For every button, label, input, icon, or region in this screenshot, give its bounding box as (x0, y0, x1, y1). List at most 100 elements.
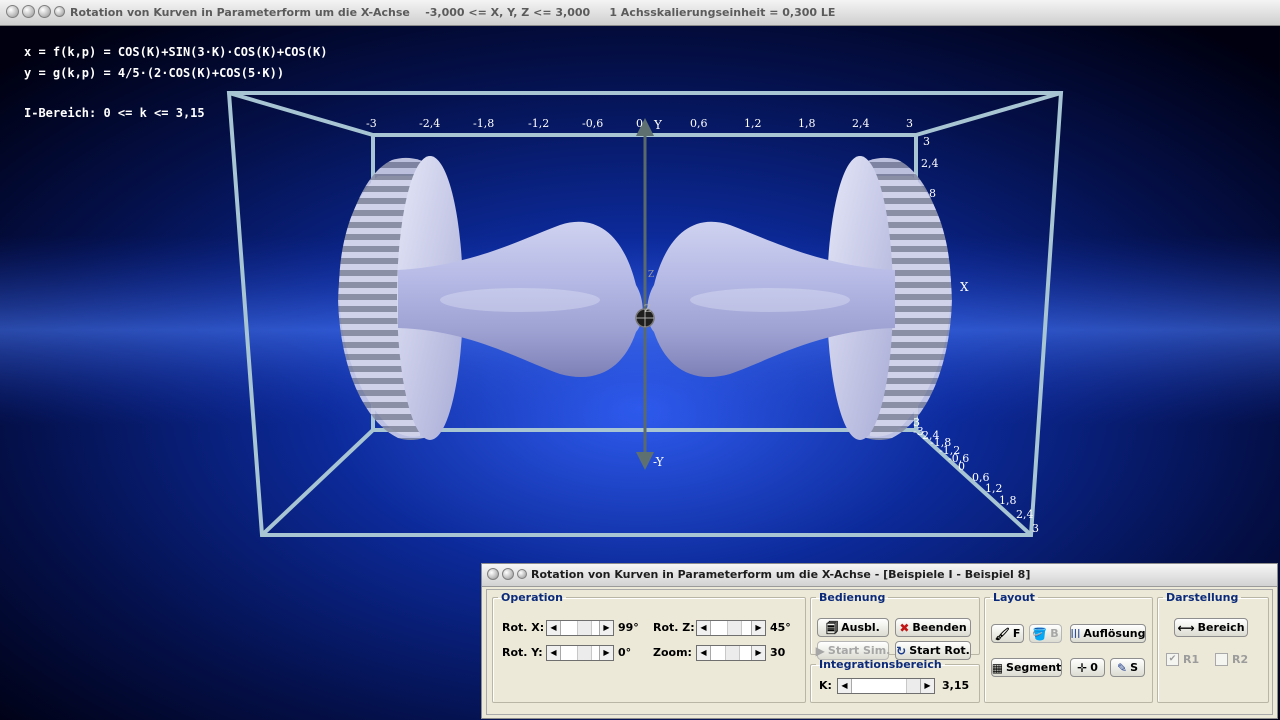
range-icon: ⟷ (1177, 620, 1195, 635)
k-left-arrow-icon[interactable]: ◀ (838, 679, 852, 693)
zoom-left-arrow-icon[interactable]: ◀ (697, 646, 711, 660)
window-menu-icon[interactable] (54, 6, 65, 17)
rot-x-value: 99° (618, 621, 639, 634)
zoom-label: Zoom: (653, 646, 692, 659)
z-axis-label: Z (644, 304, 651, 315)
panel-minimize-icon[interactable] (502, 568, 514, 580)
bereich-label: Bereich (1197, 621, 1245, 634)
zoom-slider[interactable]: ◀ ▶ (696, 645, 766, 661)
formula-y: y = g(k,p) = 4/5·(2·COS(K)+COS(5·K)) (24, 66, 285, 80)
depth-tick-10: 2,4 (1016, 508, 1034, 521)
panel-title: Rotation von Kurven in Parameterform um … (531, 568, 1031, 581)
depth-tick-9: 1,8 (999, 494, 1017, 507)
panel-close-icon[interactable] (487, 568, 499, 580)
top-tick-3: -1,2 (528, 117, 550, 130)
y-axis-label: Y (654, 118, 662, 132)
top-tick-7: 1,2 (744, 117, 762, 130)
window-minimize-icon[interactable] (22, 5, 35, 18)
top-tick-8: 1,8 (798, 117, 816, 130)
beenden-button[interactable]: ✖ Beenden (895, 618, 971, 637)
rot-x-left-arrow-icon[interactable]: ◀ (547, 621, 561, 635)
k-label: K: (819, 679, 832, 692)
panel-menu-icon[interactable] (517, 569, 527, 579)
r2-checkbox[interactable]: R2 (1215, 653, 1248, 666)
f-label: F (1012, 627, 1021, 640)
rot-z-right-arrow-icon[interactable]: ▶ (751, 621, 765, 635)
formula-x: x = f(k,p) = COS(K)+SIN(3·K)·COS(K)+COS(… (24, 45, 328, 59)
group-operation: Operation Rot. X: ◀ ▶ 99° Rot. Z: ◀ ▶ 45… (492, 591, 806, 703)
k-right-arrow-icon[interactable]: ▶ (920, 679, 934, 693)
r2-label: R2 (1232, 653, 1249, 666)
top-tick-5: 0 (636, 117, 643, 130)
rot-z-left-arrow-icon[interactable]: ◀ (697, 621, 711, 635)
paint-icon: ✎ (1117, 660, 1128, 675)
k-slider[interactable]: ◀ ▶ (837, 678, 935, 694)
segment-label: Segment (1006, 661, 1062, 674)
rot-y-label: Rot. Y: (502, 646, 543, 659)
main-window-title: Rotation von Kurven in Parameterform um … (70, 6, 836, 19)
top-tick-6: 0,6 (690, 117, 708, 130)
play-icon: ▶ (815, 643, 825, 658)
f-button[interactable]: 🖌 F (991, 624, 1024, 643)
top-tick-0: -3 (366, 117, 377, 130)
rot-y-thumb[interactable] (577, 646, 592, 660)
layout-legend: Layout (993, 591, 1035, 604)
bucket-icon: 🪣 (1032, 626, 1048, 641)
control-panel: Rotation von Kurven in Parameterform um … (481, 563, 1278, 719)
right-tick-2: 8 (929, 187, 936, 200)
group-layout: Layout 🖌 F 🪣 B ||| Auflösung ▦ Segment ✛ 0 ✎ S (984, 591, 1153, 703)
rot-z-value: 45° (770, 621, 791, 634)
neg-y-axis-label: -Y (653, 455, 664, 469)
group-darstellung: Darstellung ⟷ Bereich ✔ R1 R2 (1157, 591, 1269, 703)
s-label: S (1130, 661, 1138, 674)
rot-y-left-arrow-icon[interactable]: ◀ (547, 646, 561, 660)
rot-y-slider[interactable]: ◀ ▶ (546, 645, 614, 661)
fill-brush-icon: 🖌 (994, 626, 1010, 641)
ausbl-button[interactable]: 🗐 Ausbl. (817, 618, 889, 637)
panel-body: Operation Rot. X: ◀ ▶ 99° Rot. Z: ◀ ▶ 45… (486, 589, 1273, 715)
rot-z-label: Rot. Z: (653, 621, 695, 634)
zoom-thumb[interactable] (725, 646, 740, 660)
rot-x-label: Rot. X: (502, 621, 545, 634)
rot-x-slider[interactable]: ◀ ▶ (546, 620, 614, 636)
top-tick-9: 2,4 (852, 117, 870, 130)
rot-y-right-arrow-icon[interactable]: ▶ (599, 646, 613, 660)
check-icon: ✔ (1166, 653, 1179, 666)
beenden-label: Beenden (912, 621, 967, 634)
zero-label: 0 (1090, 661, 1098, 674)
s-button[interactable]: ✎ S (1110, 658, 1145, 677)
k-thumb[interactable] (906, 679, 921, 693)
empty-checkbox-icon (1215, 653, 1228, 666)
group-bedienung: Bedienung 🗐 Ausbl. ✖ Beenden ▶ Start Sim. ↻… (810, 591, 980, 660)
zoom-right-arrow-icon[interactable]: ▶ (751, 646, 765, 660)
b-button[interactable]: 🪣 B (1029, 624, 1062, 643)
formula-range: I-Bereich: 0 <= k <= 3,15 (24, 106, 205, 120)
r1-label: R1 (1183, 653, 1200, 666)
right-tick-0: 3 (923, 135, 930, 148)
main-titlebar: Rotation von Kurven in Parameterform um … (0, 0, 1280, 26)
aufloesung-label: Auflösung (1083, 627, 1146, 640)
rot-z-slider[interactable]: ◀ ▶ (696, 620, 766, 636)
panel-titlebar: Rotation von Kurven in Parameterform um … (482, 564, 1277, 587)
segment-button[interactable]: ▦ Segment (991, 658, 1062, 677)
window-close-icon[interactable] (6, 5, 19, 18)
grid-icon: ▦ (991, 660, 1004, 675)
rot-x-thumb[interactable] (577, 621, 592, 635)
integration-legend: Integrationsbereich (819, 658, 942, 671)
rot-y-value: 0° (618, 646, 632, 659)
rot-z-thumb[interactable] (727, 621, 742, 635)
rot-x-right-arrow-icon[interactable]: ▶ (599, 621, 613, 635)
top-tick-4: -0,6 (582, 117, 604, 130)
bedienung-legend: Bedienung (819, 591, 886, 604)
r1-checkbox[interactable]: ✔ R1 (1166, 653, 1199, 666)
k-value: 3,15 (942, 679, 970, 692)
b-label: B (1050, 627, 1059, 640)
aufloesung-button[interactable]: ||| Auflösung (1070, 624, 1146, 643)
start-sim-label: Start Sim. (827, 644, 891, 657)
bereich-button[interactable]: ⟷ Bereich (1174, 618, 1248, 637)
zero-button[interactable]: ✛ 0 (1070, 658, 1105, 677)
operation-legend: Operation (501, 591, 563, 604)
hide-icon: 🗐 (826, 620, 839, 635)
window-maximize-icon[interactable] (38, 5, 51, 18)
top-tick-1: -2,4 (419, 117, 441, 130)
